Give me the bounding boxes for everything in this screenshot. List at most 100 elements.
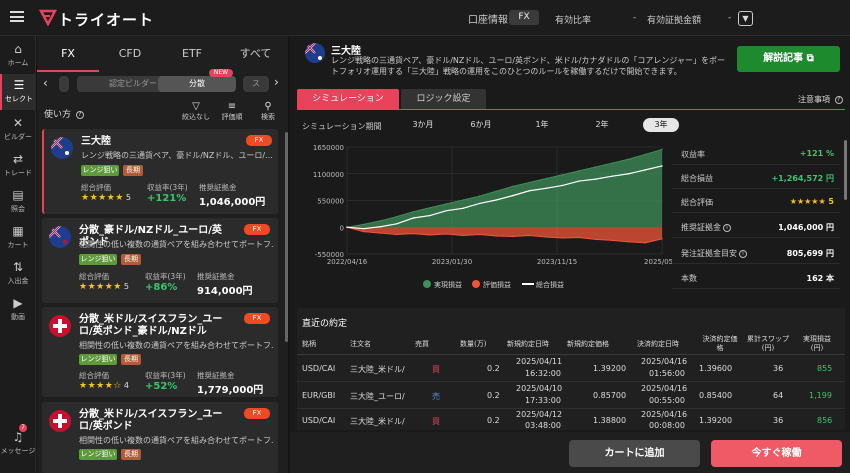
data-point — [412, 232, 415, 235]
chevron-left-icon[interactable]: ‹ — [43, 76, 48, 90]
trade-row[interactable]: EUR/GBI 三大陸_ユーロ/ 売 0.2 2025/04/10 17:33:… — [297, 382, 845, 409]
nav-home[interactable]: ⌂ ホーム — [0, 38, 36, 74]
return-value: +121% — [147, 193, 187, 204]
chevron-down-icon[interactable]: ▼ — [738, 11, 753, 26]
info-icon[interactable]: i — [723, 223, 731, 232]
card-title: 分散_米ドル/スイスフラン_ユーロ/英ポンド — [79, 409, 223, 432]
nav-trade[interactable]: ⇄ トレード — [0, 148, 36, 184]
period-3m[interactable]: 3か月 — [404, 118, 442, 132]
howto-link[interactable]: 使い方 ? — [44, 107, 84, 120]
tab-fx[interactable]: FX — [37, 36, 99, 72]
logo-icon — [39, 9, 57, 26]
data-point — [611, 239, 613, 242]
nav-video[interactable]: ▶ 動画 — [0, 292, 36, 328]
fx-badge: FX — [244, 408, 270, 419]
nav-cart[interactable]: ▦ カート — [0, 220, 36, 256]
list-scrollbar[interactable] — [285, 132, 288, 342]
search-button[interactable]: ⚲ 検索 — [253, 101, 283, 122]
account-type-badge[interactable]: FX — [509, 10, 539, 25]
tab-etf[interactable]: ETF — [161, 36, 223, 72]
period-3y[interactable]: 3年 — [643, 118, 679, 132]
data-point — [445, 203, 448, 205]
run-now-button[interactable]: 今すぐ稼働 — [711, 440, 842, 467]
sort-label: 評価順 — [221, 113, 243, 121]
data-point — [644, 169, 647, 171]
period-2y[interactable]: 2年 — [583, 118, 621, 132]
y-tick-label: 1100000 — [313, 171, 344, 179]
data-point — [462, 234, 464, 237]
tag-long: 長期 — [121, 354, 141, 365]
nav-select[interactable]: ☰ セレクト — [0, 74, 36, 110]
hamburger-menu-icon[interactable] — [10, 11, 24, 22]
data-point — [628, 158, 630, 160]
stat-value: 162 本 — [806, 274, 834, 283]
stars: ★★★★★ — [81, 193, 124, 203]
cell-swap: 36 — [773, 416, 784, 425]
tab-underline — [297, 109, 845, 110]
stat-value: +121 % — [799, 149, 834, 158]
nav-message[interactable]: ♫ メッセージ — [0, 426, 36, 462]
data-point — [545, 187, 547, 190]
data-point — [561, 184, 564, 187]
nav-deposit[interactable]: ⇅ 入出金 — [0, 256, 36, 292]
legend-realized: 実現損益 — [434, 281, 462, 289]
stats-scrollbar[interactable] — [844, 140, 847, 200]
sort-button[interactable]: ≡ 評価順 — [216, 101, 248, 122]
data-point — [545, 177, 547, 180]
nav-label: 照会 — [11, 205, 25, 213]
cell-side: 買 — [432, 417, 440, 426]
effective-ratio-label: 有効比率 — [555, 16, 592, 26]
return-label: 収益率(3年) — [147, 183, 188, 192]
cell-close-date: 2025/04/16 — [641, 384, 688, 393]
tab-all[interactable]: すべて — [223, 36, 288, 72]
tab-logic-settings[interactable]: ロジック設定 — [401, 89, 486, 109]
chip-prev[interactable] — [59, 76, 69, 92]
data-point — [561, 237, 564, 239]
effective-margin-label: 有効証拠金額 — [647, 16, 702, 26]
period-6m[interactable]: 6か月 — [462, 118, 500, 132]
chevron-right-icon[interactable]: › — [274, 75, 279, 89]
cell-qty: 0.2 — [487, 416, 500, 425]
trade-icon: ⇄ — [12, 152, 24, 166]
chip-diversified[interactable]: 分散 — [158, 76, 236, 92]
trade-row[interactable]: USD/CAI 三大陸_米ドル/ 買 0.2 2025/04/11 16:32:… — [297, 355, 845, 382]
data-point — [412, 210, 415, 213]
flag-icon — [305, 43, 325, 63]
flag-icon — [51, 137, 73, 159]
explain-article-button[interactable]: 解説記事 ⧉ — [737, 46, 840, 72]
chip-next[interactable]: ス — [243, 76, 269, 92]
info-icon[interactable]: i — [739, 249, 747, 258]
cell-side: 買 — [432, 365, 440, 374]
tag-long: 長期 — [123, 165, 143, 176]
strategy-card[interactable]: 三大陸 FX レンジ戦略の三通貨ペア、豪ドル/NZドル、ユーロ/... レンジ狙… — [42, 129, 278, 214]
stat-label: 発注証拠金目安 — [681, 249, 737, 258]
nav-builder[interactable]: ✕ ビルダー — [0, 112, 36, 148]
strategy-card[interactable]: 分散_豪ドル/NZドル_ユーロ/英ポンド FX 相関性の低い複数の通貨ペアを組み… — [42, 218, 278, 303]
tag-range: レンジ狙い — [81, 165, 119, 176]
data-point — [628, 173, 630, 175]
strategy-card[interactable]: 分散_米ドル/スイスフラン_ユーロ/英ポンド FX 相関性の低い複数の通貨ペアを… — [42, 402, 278, 473]
home-icon: ⌂ — [14, 42, 22, 56]
notes-link[interactable]: 注意事項 ? — [798, 94, 843, 105]
trade-row[interactable]: USD/CAI 三大陸_米ドル/ 買 0.2 2025/04/12 03:48:… — [297, 409, 845, 432]
nav-inquiry[interactable]: ▤ 照会 — [0, 184, 36, 220]
strategy-card[interactable]: 分散_米ドル/スイスフラン_ユーロ/英ポンド_豪ドル/NZドル FX 相関性の低… — [42, 307, 278, 397]
data-point — [528, 234, 531, 237]
cell-close-price: 1.39200 — [699, 416, 733, 425]
fx-badge: FX — [244, 224, 270, 235]
stars: ★★★★★ — [79, 282, 122, 292]
filter-button[interactable]: ▽ 絞込なし — [180, 101, 212, 122]
score: 4 — [123, 381, 130, 390]
tab-simulation[interactable]: シミュレーション — [297, 89, 399, 109]
add-to-cart-button[interactable]: カートに追加 — [569, 440, 700, 467]
stat-row: 発注証拠金目安 i 805,699 円 — [672, 241, 840, 264]
tab-cfd[interactable]: CFD — [99, 36, 161, 72]
legend-unrealized: 評価損益 — [483, 281, 511, 289]
data-point — [512, 185, 514, 188]
account-info-label[interactable]: 口座情報 — [468, 11, 508, 26]
data-point — [362, 223, 365, 226]
fx-badge: FX — [244, 313, 270, 324]
stars: ★★★★☆ — [79, 381, 122, 391]
margin-value: 914,000円 — [197, 286, 253, 297]
period-1y[interactable]: 1年 — [523, 118, 561, 132]
